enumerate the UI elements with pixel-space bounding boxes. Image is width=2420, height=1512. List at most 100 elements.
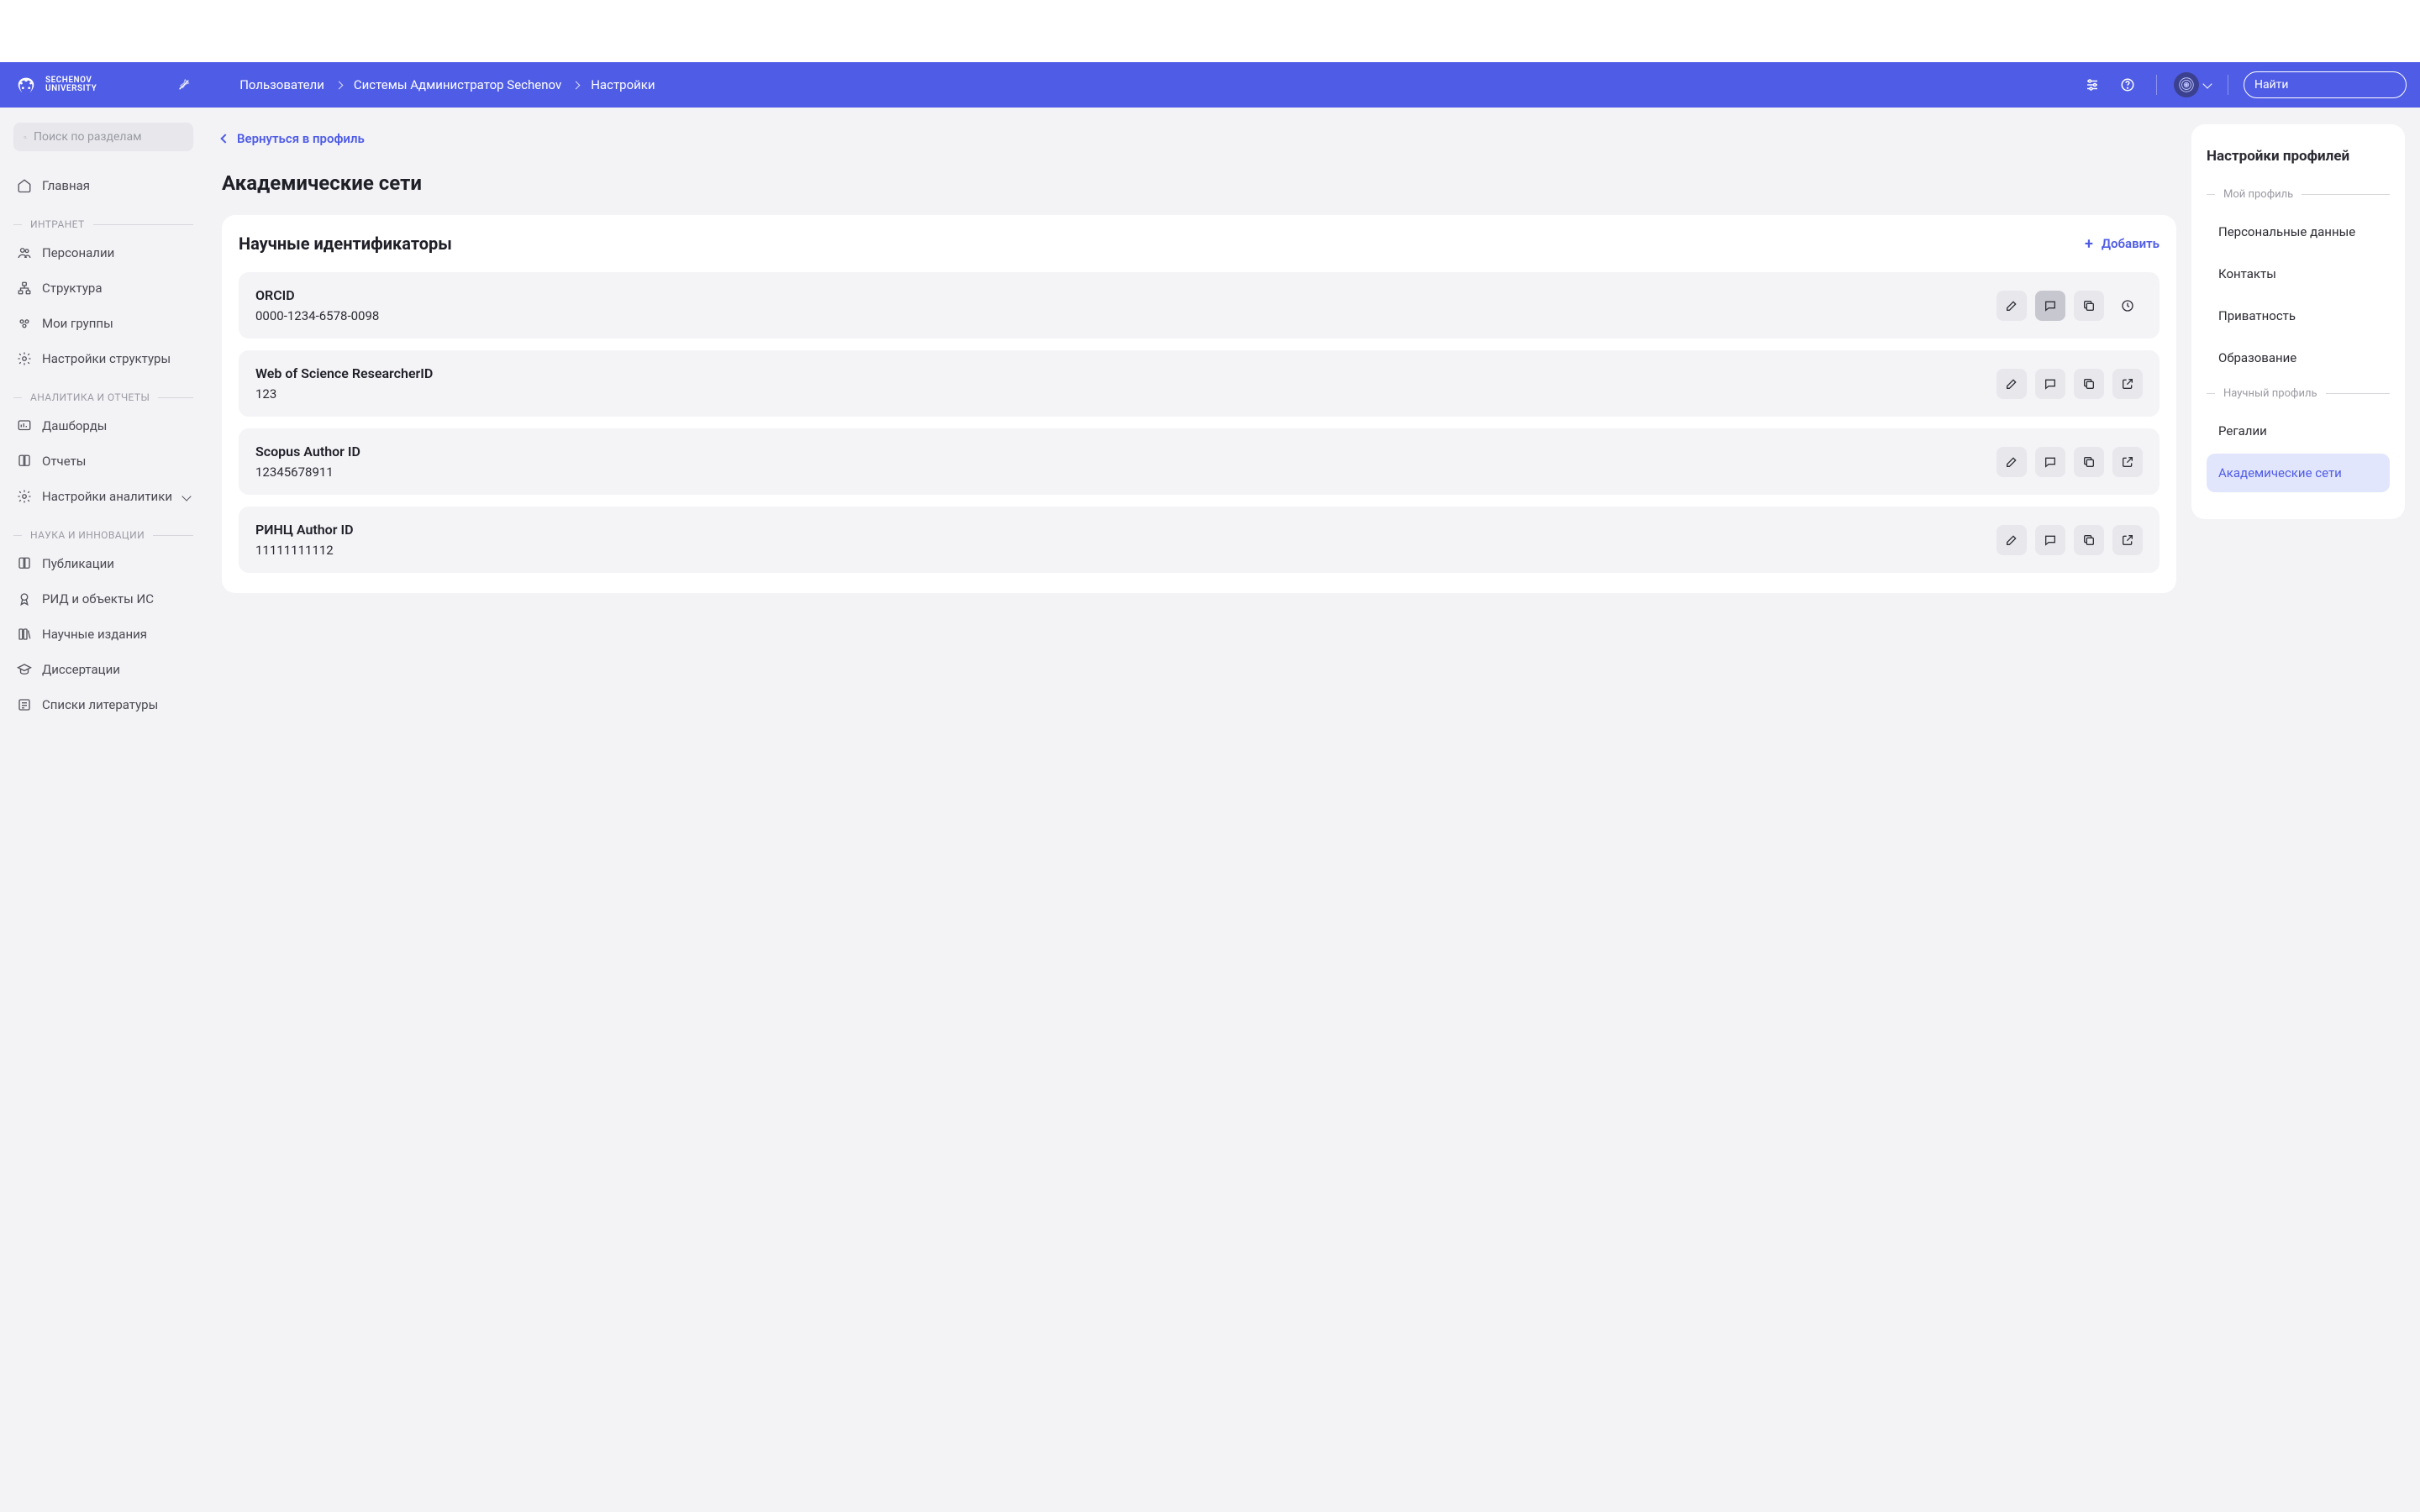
group-icon bbox=[17, 316, 32, 331]
open-link-button[interactable] bbox=[2112, 525, 2143, 555]
add-label: Добавить bbox=[2102, 236, 2160, 251]
breadcrumb-item[interactable]: Пользователи bbox=[239, 77, 324, 92]
link-icon bbox=[2121, 533, 2134, 547]
app-header: SECHENOVUNIVERSITY Пользователи Системы … bbox=[0, 62, 2420, 108]
sidebar-item-dashboards[interactable]: Дашборды bbox=[13, 408, 193, 444]
copy-button[interactable] bbox=[2074, 291, 2104, 321]
sidebar-item-label: Настройки структуры bbox=[42, 351, 171, 366]
identifier-value: 123 bbox=[255, 386, 1996, 402]
chevron-down-icon bbox=[182, 491, 191, 501]
sidebar-item-journals[interactable]: Научные издания bbox=[13, 617, 193, 652]
edit-button[interactable] bbox=[1996, 447, 2027, 477]
home-icon bbox=[17, 178, 32, 193]
graduation-icon bbox=[17, 662, 32, 677]
help-icon bbox=[2120, 77, 2135, 92]
sidebar-item-publications[interactable]: Публикации bbox=[13, 546, 193, 581]
back-label: Вернуться в профиль bbox=[237, 131, 365, 146]
settings-item[interactable]: Академические сети bbox=[2207, 454, 2390, 492]
history-icon bbox=[2121, 299, 2134, 312]
sidebar-item-reports[interactable]: Отчеты bbox=[13, 444, 193, 479]
copy-button[interactable] bbox=[2074, 525, 2104, 555]
sidebar-item-ip[interactable]: РИД и объекты ИС bbox=[13, 581, 193, 617]
pin-icon bbox=[177, 78, 191, 92]
logo-icon bbox=[13, 74, 39, 96]
comment-button[interactable] bbox=[2035, 525, 2065, 555]
settings-button[interactable] bbox=[2075, 68, 2109, 102]
edit-button[interactable] bbox=[1996, 369, 2027, 399]
copy-icon bbox=[2082, 455, 2096, 469]
pin-toggle[interactable] bbox=[172, 73, 196, 97]
comment-button[interactable] bbox=[2035, 447, 2065, 477]
sidebar-item-label: Персоналии bbox=[42, 245, 114, 260]
gear-icon bbox=[17, 351, 32, 366]
page-title: Академические сети bbox=[222, 171, 2176, 195]
copy-button[interactable] bbox=[2074, 369, 2104, 399]
edit-button[interactable] bbox=[1996, 291, 2027, 321]
list-icon bbox=[17, 697, 32, 712]
settings-item[interactable]: Персональные данные bbox=[2207, 213, 2390, 251]
sidebar-item-groups[interactable]: Мои группы bbox=[13, 306, 193, 341]
sidebar-item-home[interactable]: Главная bbox=[13, 168, 193, 203]
settings-item[interactable]: Контакты bbox=[2207, 255, 2390, 293]
copy-icon bbox=[2082, 533, 2096, 547]
open-link-button[interactable] bbox=[2112, 369, 2143, 399]
user-menu[interactable] bbox=[2174, 72, 2211, 97]
card-title: Научные идентификаторы bbox=[239, 234, 452, 254]
search-icon bbox=[24, 131, 27, 144]
identifier-row: ORCID 0000-1234-6578-0098 bbox=[239, 272, 2160, 339]
sidebar-search-input[interactable] bbox=[34, 130, 183, 144]
identifier-name: РИНЦ Author ID bbox=[255, 522, 1996, 538]
settings-panel-title: Настройки профилей bbox=[2207, 148, 2390, 165]
sidebar-search[interactable] bbox=[13, 123, 193, 151]
edit-icon bbox=[2005, 299, 2018, 312]
sidebar-item-structure[interactable]: Структура bbox=[13, 270, 193, 306]
link-icon bbox=[2121, 377, 2134, 391]
sidebar-item-label: РИД и объекты ИС bbox=[42, 591, 154, 606]
comment-icon bbox=[2044, 377, 2057, 391]
link-icon bbox=[2121, 455, 2134, 469]
fingerprint-icon bbox=[2177, 76, 2196, 94]
edit-icon bbox=[2005, 377, 2018, 391]
sitemap-icon bbox=[17, 281, 32, 296]
identifier-name: ORCID bbox=[255, 287, 1996, 303]
sidebar: Главная ИНТРАНЕТ Персоналии Структура Мо… bbox=[0, 108, 207, 1512]
back-link[interactable]: Вернуться в профиль bbox=[222, 131, 365, 146]
history-button[interactable] bbox=[2112, 291, 2143, 321]
settings-item[interactable]: Приватность bbox=[2207, 297, 2390, 335]
sidebar-item-structure-settings[interactable]: Настройки структуры bbox=[13, 341, 193, 376]
sidebar-item-persons[interactable]: Персоналии bbox=[13, 235, 193, 270]
edit-button[interactable] bbox=[1996, 525, 2027, 555]
comment-icon bbox=[2044, 299, 2057, 312]
sidebar-item-label: Списки литературы bbox=[42, 697, 158, 712]
sidebar-group-header: НАУКА И ИННОВАЦИИ bbox=[13, 529, 193, 541]
chevron-down-icon bbox=[2202, 79, 2212, 88]
brand-name: SECHENOVUNIVERSITY bbox=[45, 76, 97, 94]
help-button[interactable] bbox=[2111, 68, 2144, 102]
breadcrumb-item[interactable]: Системы Администратор Sechenov bbox=[354, 77, 561, 92]
sidebar-item-dissertations[interactable]: Диссертации bbox=[13, 652, 193, 687]
identifier-name: Web of Science ResearcherID bbox=[255, 365, 1996, 381]
settings-item[interactable]: Образование bbox=[2207, 339, 2390, 377]
identifier-value: 0000-1234-6578-0098 bbox=[255, 308, 1996, 323]
sidebar-group-header: ИНТРАНЕТ bbox=[13, 218, 193, 230]
users-icon bbox=[17, 245, 32, 260]
arrow-left-icon bbox=[220, 134, 229, 143]
books-icon bbox=[17, 627, 32, 642]
sidebar-item-analytics-settings[interactable]: Настройки аналитики bbox=[13, 479, 193, 514]
sidebar-item-bibliography[interactable]: Списки литературы bbox=[13, 687, 193, 722]
global-search-input[interactable] bbox=[2254, 78, 2404, 92]
comment-button[interactable] bbox=[2035, 291, 2065, 321]
book-icon bbox=[17, 454, 32, 469]
settings-item[interactable]: Регалии bbox=[2207, 412, 2390, 450]
dashboard-icon bbox=[17, 418, 32, 433]
add-button[interactable]: + Добавить bbox=[2085, 235, 2160, 253]
sidebar-item-label: Диссертации bbox=[42, 662, 120, 677]
sidebar-item-label: Структура bbox=[42, 281, 103, 296]
open-link-button[interactable] bbox=[2112, 447, 2143, 477]
breadcrumb-item[interactable]: Настройки bbox=[591, 77, 655, 92]
global-search[interactable] bbox=[2244, 71, 2407, 98]
copy-button[interactable] bbox=[2074, 447, 2104, 477]
copy-icon bbox=[2082, 299, 2096, 312]
settings-group-header: Мой профиль bbox=[2207, 188, 2390, 201]
comment-button[interactable] bbox=[2035, 369, 2065, 399]
